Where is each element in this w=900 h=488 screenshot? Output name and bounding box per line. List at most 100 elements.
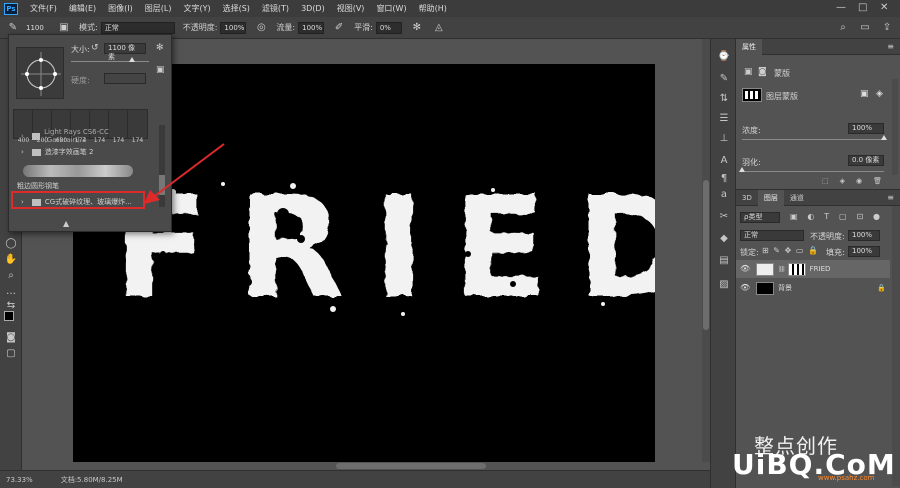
smoothing-field[interactable]: 0%	[375, 21, 402, 34]
more-tools-icon[interactable]: …	[3, 285, 19, 299]
select-vector-mask-icon[interactable]: ◈	[876, 89, 883, 99]
feather-slider-thumb[interactable]	[739, 167, 745, 172]
eye-icon[interactable]: 👁	[740, 284, 750, 292]
airbrush-icon[interactable]: ✐	[332, 21, 346, 35]
paragraph-icon[interactable]: ¶	[717, 173, 731, 185]
apply-mask-icon[interactable]: ◈	[840, 177, 845, 185]
reset-icon[interactable]: ↺	[91, 43, 99, 53]
size-slider-track[interactable]	[71, 61, 149, 62]
search-icon[interactable]: ⌕	[836, 21, 850, 35]
brush-group-row[interactable]: › Light Rays CS6-CC (Garkrain) 2	[17, 128, 145, 144]
flow-field[interactable]: 100%	[298, 21, 325, 34]
layer-row-background[interactable]: 👁 背景 🔒	[736, 279, 890, 297]
angle-icon[interactable]: ◬	[432, 21, 446, 35]
close-icon[interactable]: ✕	[880, 2, 888, 13]
share-icon[interactable]: ⇪	[880, 21, 894, 35]
tab-properties[interactable]: 属性	[736, 38, 762, 55]
filter-type-icon[interactable]: T	[824, 212, 829, 221]
feather-slider-track[interactable]	[742, 171, 884, 172]
brush-angle-preview[interactable]	[16, 47, 64, 99]
tab-layers[interactable]: 图层	[757, 189, 784, 206]
zoom-level[interactable]: 73.33%	[6, 476, 33, 484]
character-icon[interactable]: A	[717, 155, 731, 167]
vertical-scroll-thumb[interactable]	[703, 180, 709, 330]
sliders-icon[interactable]: ☰	[717, 113, 731, 125]
swatches-icon[interactable]: ◆	[717, 233, 731, 245]
glyphs-icon[interactable]: a	[717, 189, 731, 201]
filter-toggle-icon[interactable]: ●	[873, 212, 880, 221]
feather-field[interactable]: 0.0 像素	[848, 155, 884, 166]
menu-file[interactable]: 文件(F)	[24, 3, 63, 14]
brush-panel-icon[interactable]: ✎	[717, 73, 731, 85]
filter-shape-icon[interactable]: ▢	[839, 212, 847, 221]
maximize-icon[interactable]: □	[858, 2, 867, 13]
pressure-opacity-icon[interactable]: ◎	[254, 21, 268, 35]
menu-type[interactable]: 文字(Y)	[177, 3, 216, 14]
lock-image-icon[interactable]: ✎	[773, 246, 780, 255]
menu-3d[interactable]: 3D(D)	[295, 4, 331, 13]
hand-tool-icon[interactable]: ✋	[3, 253, 19, 267]
brush-group-row[interactable]: › 造漆字效画笔 2	[17, 145, 145, 159]
size-slider-thumb[interactable]	[129, 57, 135, 62]
artboard-icon[interactable]: ▭	[796, 246, 804, 255]
density-slider-thumb[interactable]	[881, 135, 887, 140]
tool-presets-icon[interactable]: ✂	[717, 211, 731, 223]
vector-mask-icon[interactable]: ◙	[758, 67, 767, 77]
zoom-tool-icon[interactable]: ⌕	[3, 269, 19, 283]
horizontal-scroll-thumb[interactable]	[336, 463, 486, 469]
adjust-icon[interactable]: ⇅	[717, 93, 731, 105]
tab-3d[interactable]: 3D	[736, 190, 758, 206]
menu-view[interactable]: 视图(V)	[331, 3, 371, 14]
layer-row-fried[interactable]: 👁 ⛓ FRIED	[736, 260, 890, 278]
eye-icon[interactable]: 👁	[740, 265, 750, 273]
menu-edit[interactable]: 编辑(E)	[63, 3, 102, 14]
hardness-field[interactable]	[104, 73, 146, 84]
brush-tool-icon[interactable]: ✎	[6, 21, 20, 35]
density-field[interactable]: 100%	[848, 123, 884, 134]
menu-help[interactable]: 帮助(H)	[413, 3, 453, 14]
mask-thumbnail[interactable]	[787, 262, 806, 276]
fill-field[interactable]: 100%	[848, 246, 880, 257]
mode-select[interactable]: 正常	[100, 21, 175, 34]
lock-all-icon[interactable]: 🔒	[808, 246, 818, 255]
menu-layer[interactable]: 图层(L)	[139, 3, 178, 14]
brush-size-readout[interactable]: 1100	[23, 22, 49, 34]
layers-scrollbar[interactable]	[892, 206, 900, 486]
foreground-color-swatch[interactable]	[4, 311, 14, 321]
menu-filter[interactable]: 滤镜(T)	[256, 3, 295, 14]
delete-mask-icon[interactable]: 🗑	[873, 177, 882, 185]
blend-mode-select[interactable]: 正常	[740, 230, 804, 241]
lock-transparent-icon[interactable]: ⊞	[762, 246, 769, 255]
density-slider-track[interactable]	[742, 139, 884, 140]
new-preset-icon[interactable]: ▣	[156, 65, 165, 75]
menu-image[interactable]: 图像(I)	[102, 3, 139, 14]
menu-select[interactable]: 选择(S)	[217, 3, 256, 14]
resize-handle-icon[interactable]: ▲	[63, 219, 69, 228]
lock-position-icon[interactable]: ✥	[785, 246, 792, 255]
load-selection-icon[interactable]: ⬚	[822, 177, 829, 185]
ellipse-tool-icon[interactable]: ◯	[3, 237, 19, 251]
panel-menu-icon[interactable]: ≡	[887, 193, 894, 202]
layer-opacity-field[interactable]: 100%	[848, 230, 880, 241]
styles-icon[interactable]: ▨	[717, 279, 731, 291]
gear-icon[interactable]: ✻	[156, 43, 164, 53]
quick-mask-icon[interactable]: ◙	[3, 331, 19, 345]
workspace-icon[interactable]: ▭	[858, 21, 872, 35]
filter-smart-icon[interactable]: ⊡	[856, 212, 863, 221]
lock-icon[interactable]: 🔒	[877, 284, 886, 292]
stamp-icon[interactable]: ⊥	[717, 133, 731, 145]
filter-pixel-icon[interactable]: ▣	[790, 212, 798, 221]
panel-menu-icon[interactable]: ≡	[887, 42, 894, 51]
link-icon[interactable]: ⛓	[778, 266, 786, 273]
screen-mode-icon[interactable]: ▢	[3, 347, 19, 361]
minimize-icon[interactable]: —	[836, 2, 846, 13]
brush-settings-icon[interactable]: ▣	[57, 21, 71, 35]
menu-window[interactable]: 窗口(W)	[370, 3, 412, 14]
gear-icon[interactable]: ✻	[410, 21, 424, 35]
tab-channels[interactable]: 通道	[784, 190, 810, 206]
layer-filter-select[interactable]: ρ类型	[740, 212, 780, 223]
filter-adjust-icon[interactable]: ◐	[807, 212, 814, 221]
pixel-mask-icon[interactable]: ▣	[744, 67, 753, 77]
select-pixel-mask-icon[interactable]: ▣	[860, 89, 869, 99]
patterns-icon[interactable]: ▤	[717, 255, 731, 267]
